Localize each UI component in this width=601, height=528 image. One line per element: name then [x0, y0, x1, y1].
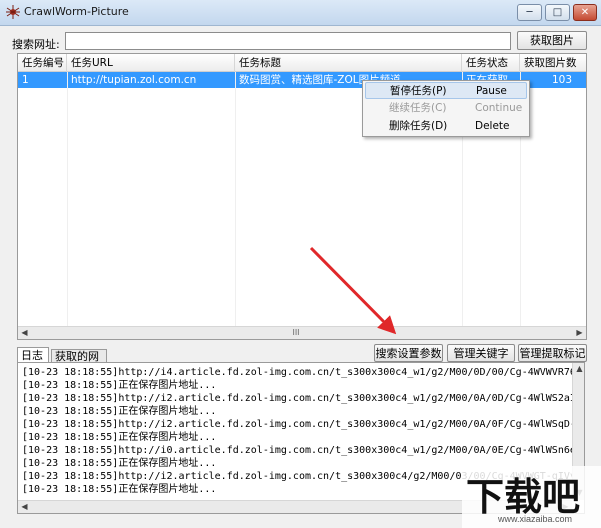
menu-item-delete-shortcut: Delete [475, 120, 510, 132]
window-title: CrawlWorm-Picture [24, 5, 129, 18]
log-line: [10-23 18:18:55]http://i0.article.fd.zol… [22, 445, 584, 456]
scroll-right-icon[interactable]: ▶ [573, 327, 586, 340]
scroll-grip[interactable]: III [284, 327, 308, 340]
tab-log[interactable]: 日志 [17, 347, 49, 363]
table-header: 任务编号 任务URL 任务标题 任务状态 获取图片数 [18, 54, 586, 72]
scroll-left-icon[interactable]: ◀ [18, 327, 31, 340]
log-line: [10-23 18:18:55]http://i4.article.fd.zol… [22, 367, 584, 378]
log-line: [10-23 18:18:55]正在保存图片地址... [22, 432, 217, 443]
scroll-up-icon[interactable]: ▲ [573, 363, 584, 376]
column-divider [67, 72, 68, 326]
log-line: [10-23 18:18:55]正在保存图片地址... [22, 406, 217, 417]
log-line: [10-23 18:18:55]http://i2.article.fd.zol… [22, 419, 584, 430]
log-line: [10-23 18:18:55]正在保存图片地址... [22, 458, 217, 469]
search-url-label: 搜索网址: [12, 38, 60, 51]
table-horizontal-scrollbar[interactable]: ◀ III ▶ [18, 326, 586, 339]
worm-app-icon [6, 5, 20, 19]
search-settings-button[interactable]: 搜索设置参数 [374, 344, 443, 362]
menu-item-pause-label: 暂停任务(P) [390, 85, 447, 97]
task-url-cell: http://tupian.zol.com.cn [71, 74, 197, 86]
task-id-cell: 1 [22, 74, 29, 86]
menu-item-continue[interactable]: 继续任务(C) Continue [365, 100, 527, 117]
menu-item-delete[interactable]: 删除任务(D) Delete [365, 118, 527, 135]
watermark-text: 下载吧 [466, 475, 580, 519]
get-pictures-button[interactable]: 获取图片 [517, 31, 587, 50]
maximize-button[interactable]: □ [545, 4, 570, 21]
menu-item-delete-label: 删除任务(D) [389, 120, 448, 132]
column-divider [235, 72, 236, 326]
log-line: [10-23 18:18:55]http://i2.article.fd.zol… [22, 393, 585, 404]
manage-tags-button[interactable]: 管理提取标记 [518, 344, 587, 362]
search-url-input[interactable] [65, 32, 511, 50]
log-line: [10-23 18:18:55]正在保存图片地址... [22, 380, 217, 391]
log-line: [10-23 18:18:55]正在保存图片地址... [22, 484, 217, 495]
column-header-url[interactable]: 任务URL [67, 54, 235, 72]
manage-keywords-button[interactable]: 管理关键字 [447, 344, 515, 362]
menu-item-pause[interactable]: 暂停任务(P) Pause [365, 82, 527, 99]
watermark-url: www.xiazaiba.com [498, 514, 573, 524]
column-header-id[interactable]: 任务编号 [18, 54, 67, 72]
column-header-count[interactable]: 获取图片数 [520, 54, 586, 72]
menu-item-continue-shortcut: Continue [475, 102, 523, 114]
task-context-menu: 暂停任务(P) Pause 继续任务(C) Continue 删除任务(D) D… [362, 80, 530, 137]
minimize-button[interactable]: ─ [517, 4, 542, 21]
menu-item-pause-shortcut: Pause [476, 85, 507, 97]
column-header-title[interactable]: 任务标题 [235, 54, 462, 72]
tab-fetched-urls[interactable]: 获取的网址 [51, 349, 107, 376]
title-bar[interactable]: CrawlWorm-Picture ─ □ ✕ [0, 0, 601, 26]
close-button[interactable]: ✕ [573, 4, 597, 21]
column-header-status[interactable]: 任务状态 [462, 54, 520, 72]
menu-item-continue-label: 继续任务(C) [389, 102, 447, 114]
scroll-left-icon[interactable]: ◀ [18, 501, 31, 513]
